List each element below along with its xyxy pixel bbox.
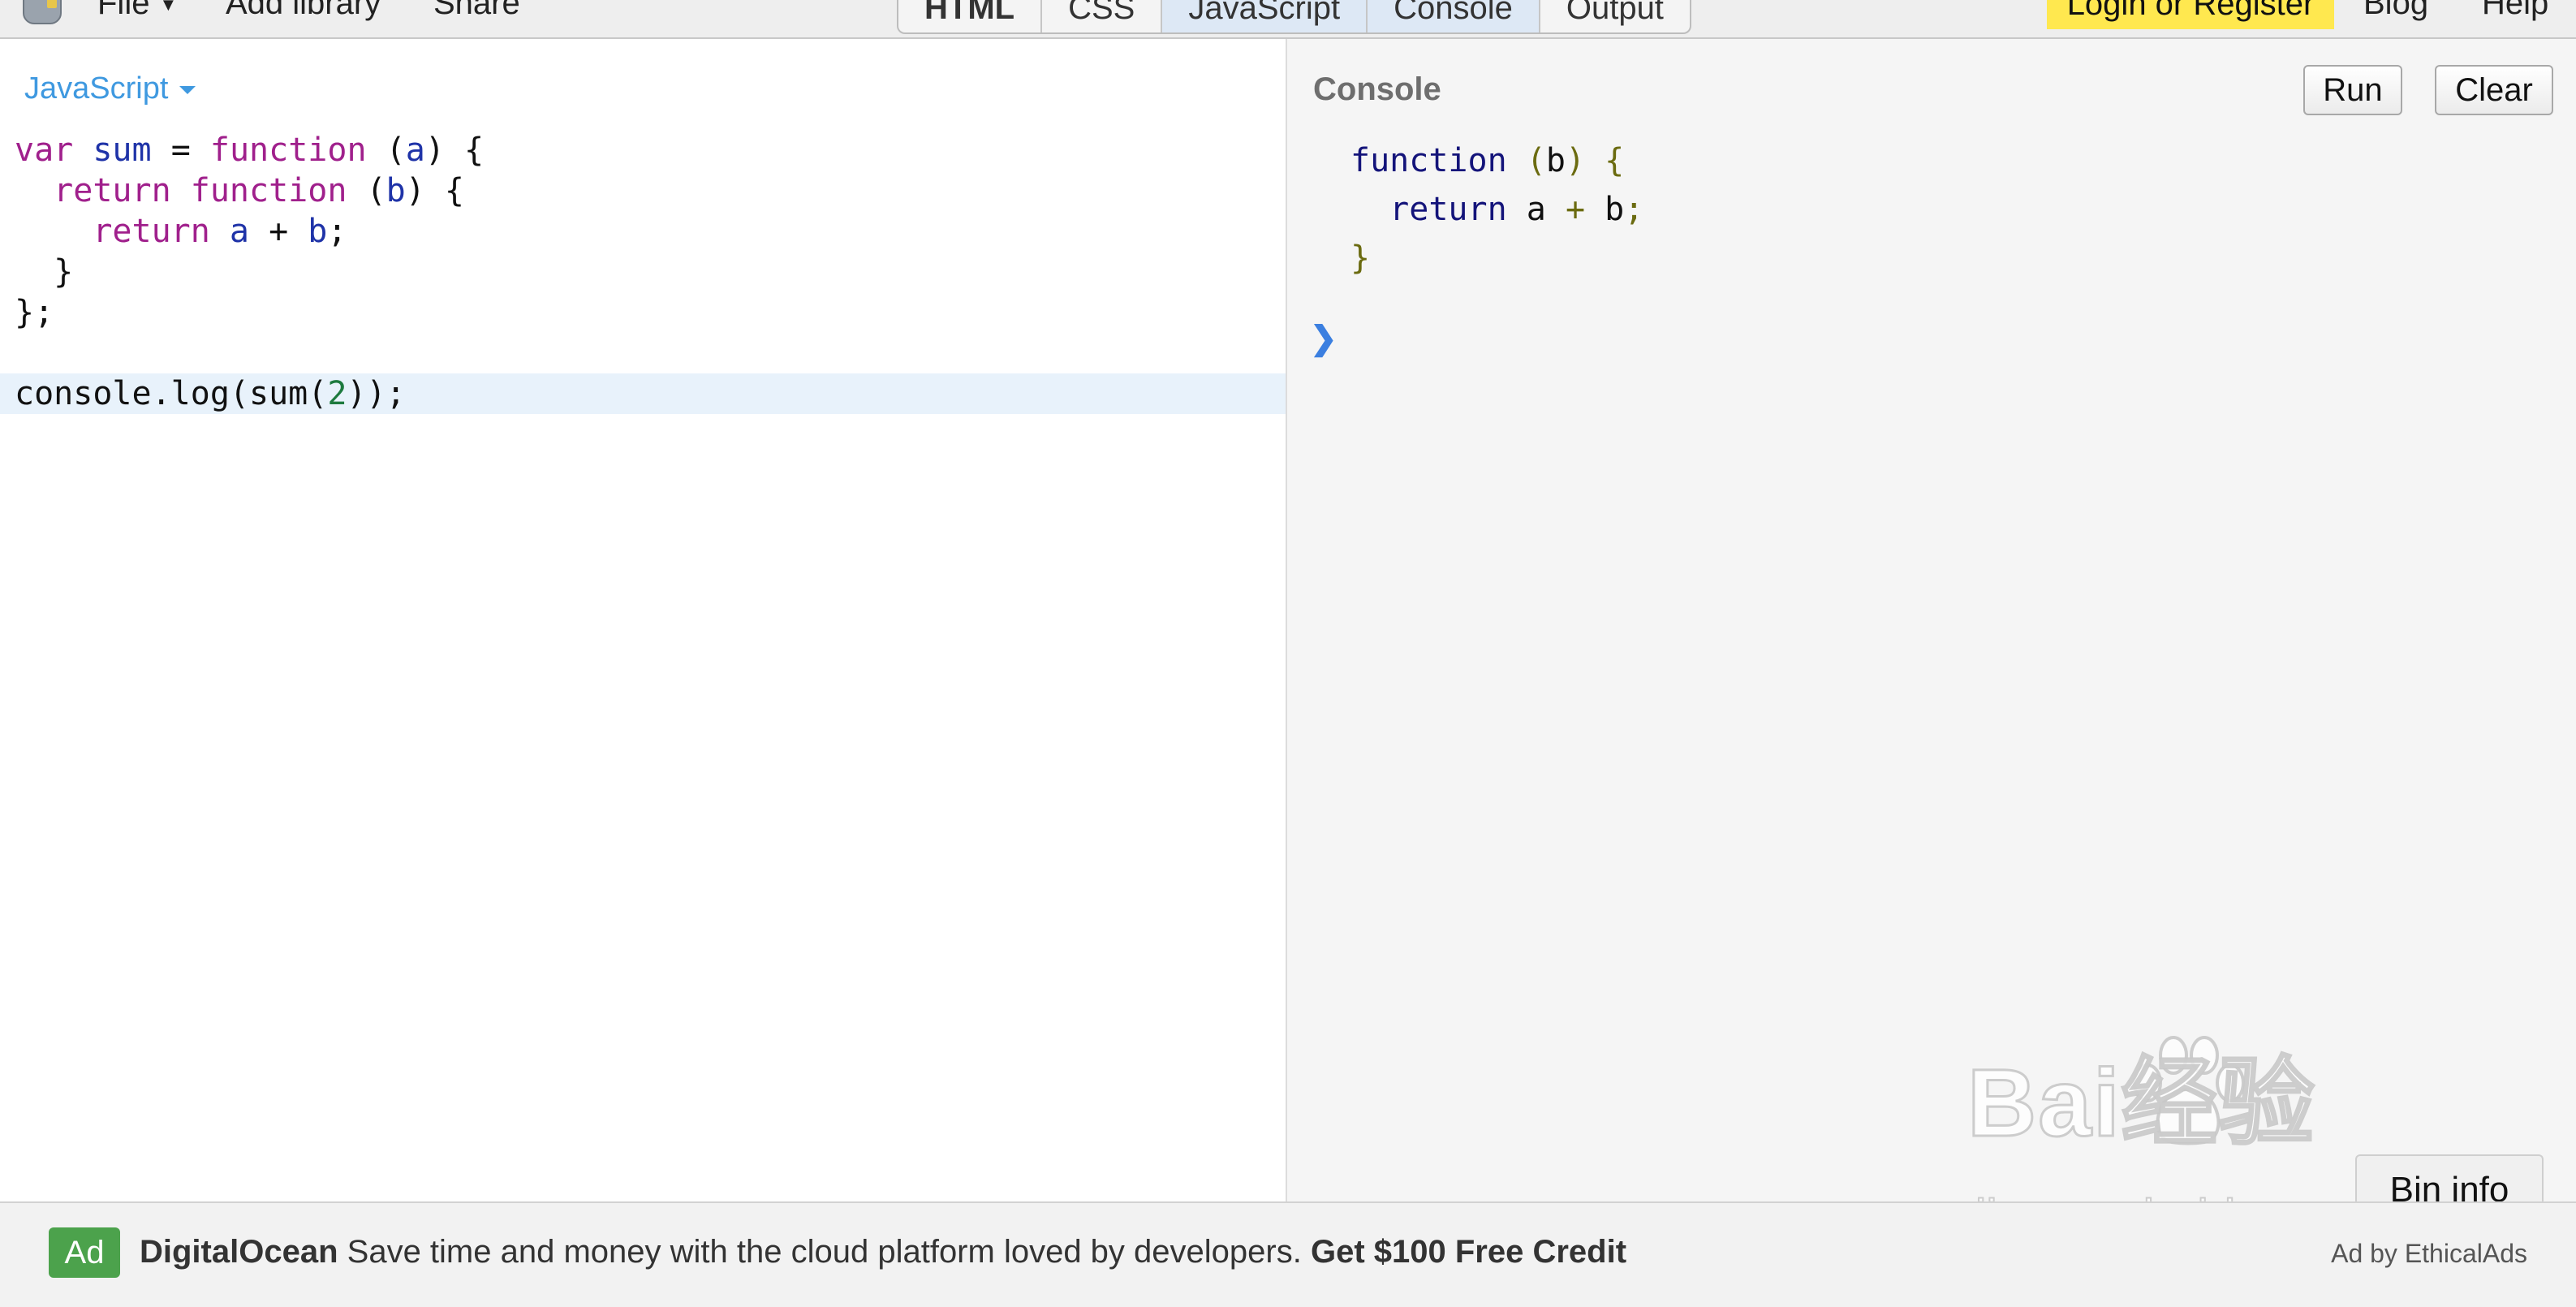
console-panel: Console Run Clear function (b) { return … <box>1287 39 2576 1205</box>
ad-message: Save time and money with the cloud platf… <box>347 1234 1302 1270</box>
tab-css[interactable]: CSS <box>1042 0 1163 32</box>
jsbin-logo-icon[interactable] <box>23 0 62 24</box>
share-button[interactable]: Share <box>433 0 520 23</box>
language-label: JavaScript <box>24 71 169 106</box>
code-editor[interactable]: var sum = function (a) { return function… <box>0 130 1286 414</box>
file-menu-label: File <box>97 0 150 21</box>
console-title: Console <box>1313 71 1441 107</box>
ad-banner[interactable]: Ad DigitalOcean Save time and money with… <box>0 1201 2576 1307</box>
dropdown-arrow-icon <box>179 85 196 94</box>
language-selector[interactable]: JavaScript <box>24 71 196 106</box>
code-line: return function (b) { <box>54 172 464 209</box>
clear-button[interactable]: Clear <box>2435 65 2553 115</box>
code-line: var sum = function (a) { <box>15 132 485 169</box>
login-register-button[interactable]: Login or Register <box>2047 0 2334 29</box>
console-prompt-icon[interactable]: ❯ <box>1310 320 1338 357</box>
panel-tabs: HTML CSS JavaScript Console Output <box>897 0 1691 34</box>
add-library-button[interactable]: Add library <box>226 0 381 23</box>
chevron-down-icon: ▼ <box>159 0 178 15</box>
tab-output[interactable]: Output <box>1540 0 1690 32</box>
ad-badge: Ad <box>49 1227 120 1278</box>
tab-html[interactable]: HTML <box>898 0 1043 32</box>
file-menu[interactable]: File ▼ <box>97 0 177 24</box>
code-line: return a + b; <box>93 213 347 250</box>
top-toolbar: File ▼ Add library Share HTML CSS JavaScr… <box>0 0 2576 39</box>
console-output: function (b) { return a + b; } <box>1350 142 1644 277</box>
tab-javascript[interactable]: JavaScript <box>1162 0 1368 32</box>
ad-cta[interactable]: Get $100 Free Credit <box>1311 1234 1626 1270</box>
help-link[interactable]: Help <box>2482 0 2548 23</box>
baidu-watermark: Bai经验 <box>1966 1049 2316 1158</box>
code-line: } <box>54 253 74 291</box>
tab-console[interactable]: Console <box>1368 0 1540 32</box>
code-line: }; <box>15 294 54 331</box>
ad-text[interactable]: DigitalOcean Save time and money with th… <box>140 1234 1626 1270</box>
blog-link[interactable]: Blog <box>2363 0 2428 23</box>
code-line-active: console.log(sum(2)); <box>0 373 1286 414</box>
ad-brand: DigitalOcean <box>140 1234 338 1270</box>
javascript-editor-panel[interactable]: JavaScript var sum = function (a) { retu… <box>0 39 1287 1201</box>
run-button[interactable]: Run <box>2303 65 2402 115</box>
bin-info-button[interactable]: Bin info <box>2355 1154 2544 1205</box>
ad-by-ethicalads[interactable]: Ad by EthicalAds <box>2331 1239 2527 1269</box>
